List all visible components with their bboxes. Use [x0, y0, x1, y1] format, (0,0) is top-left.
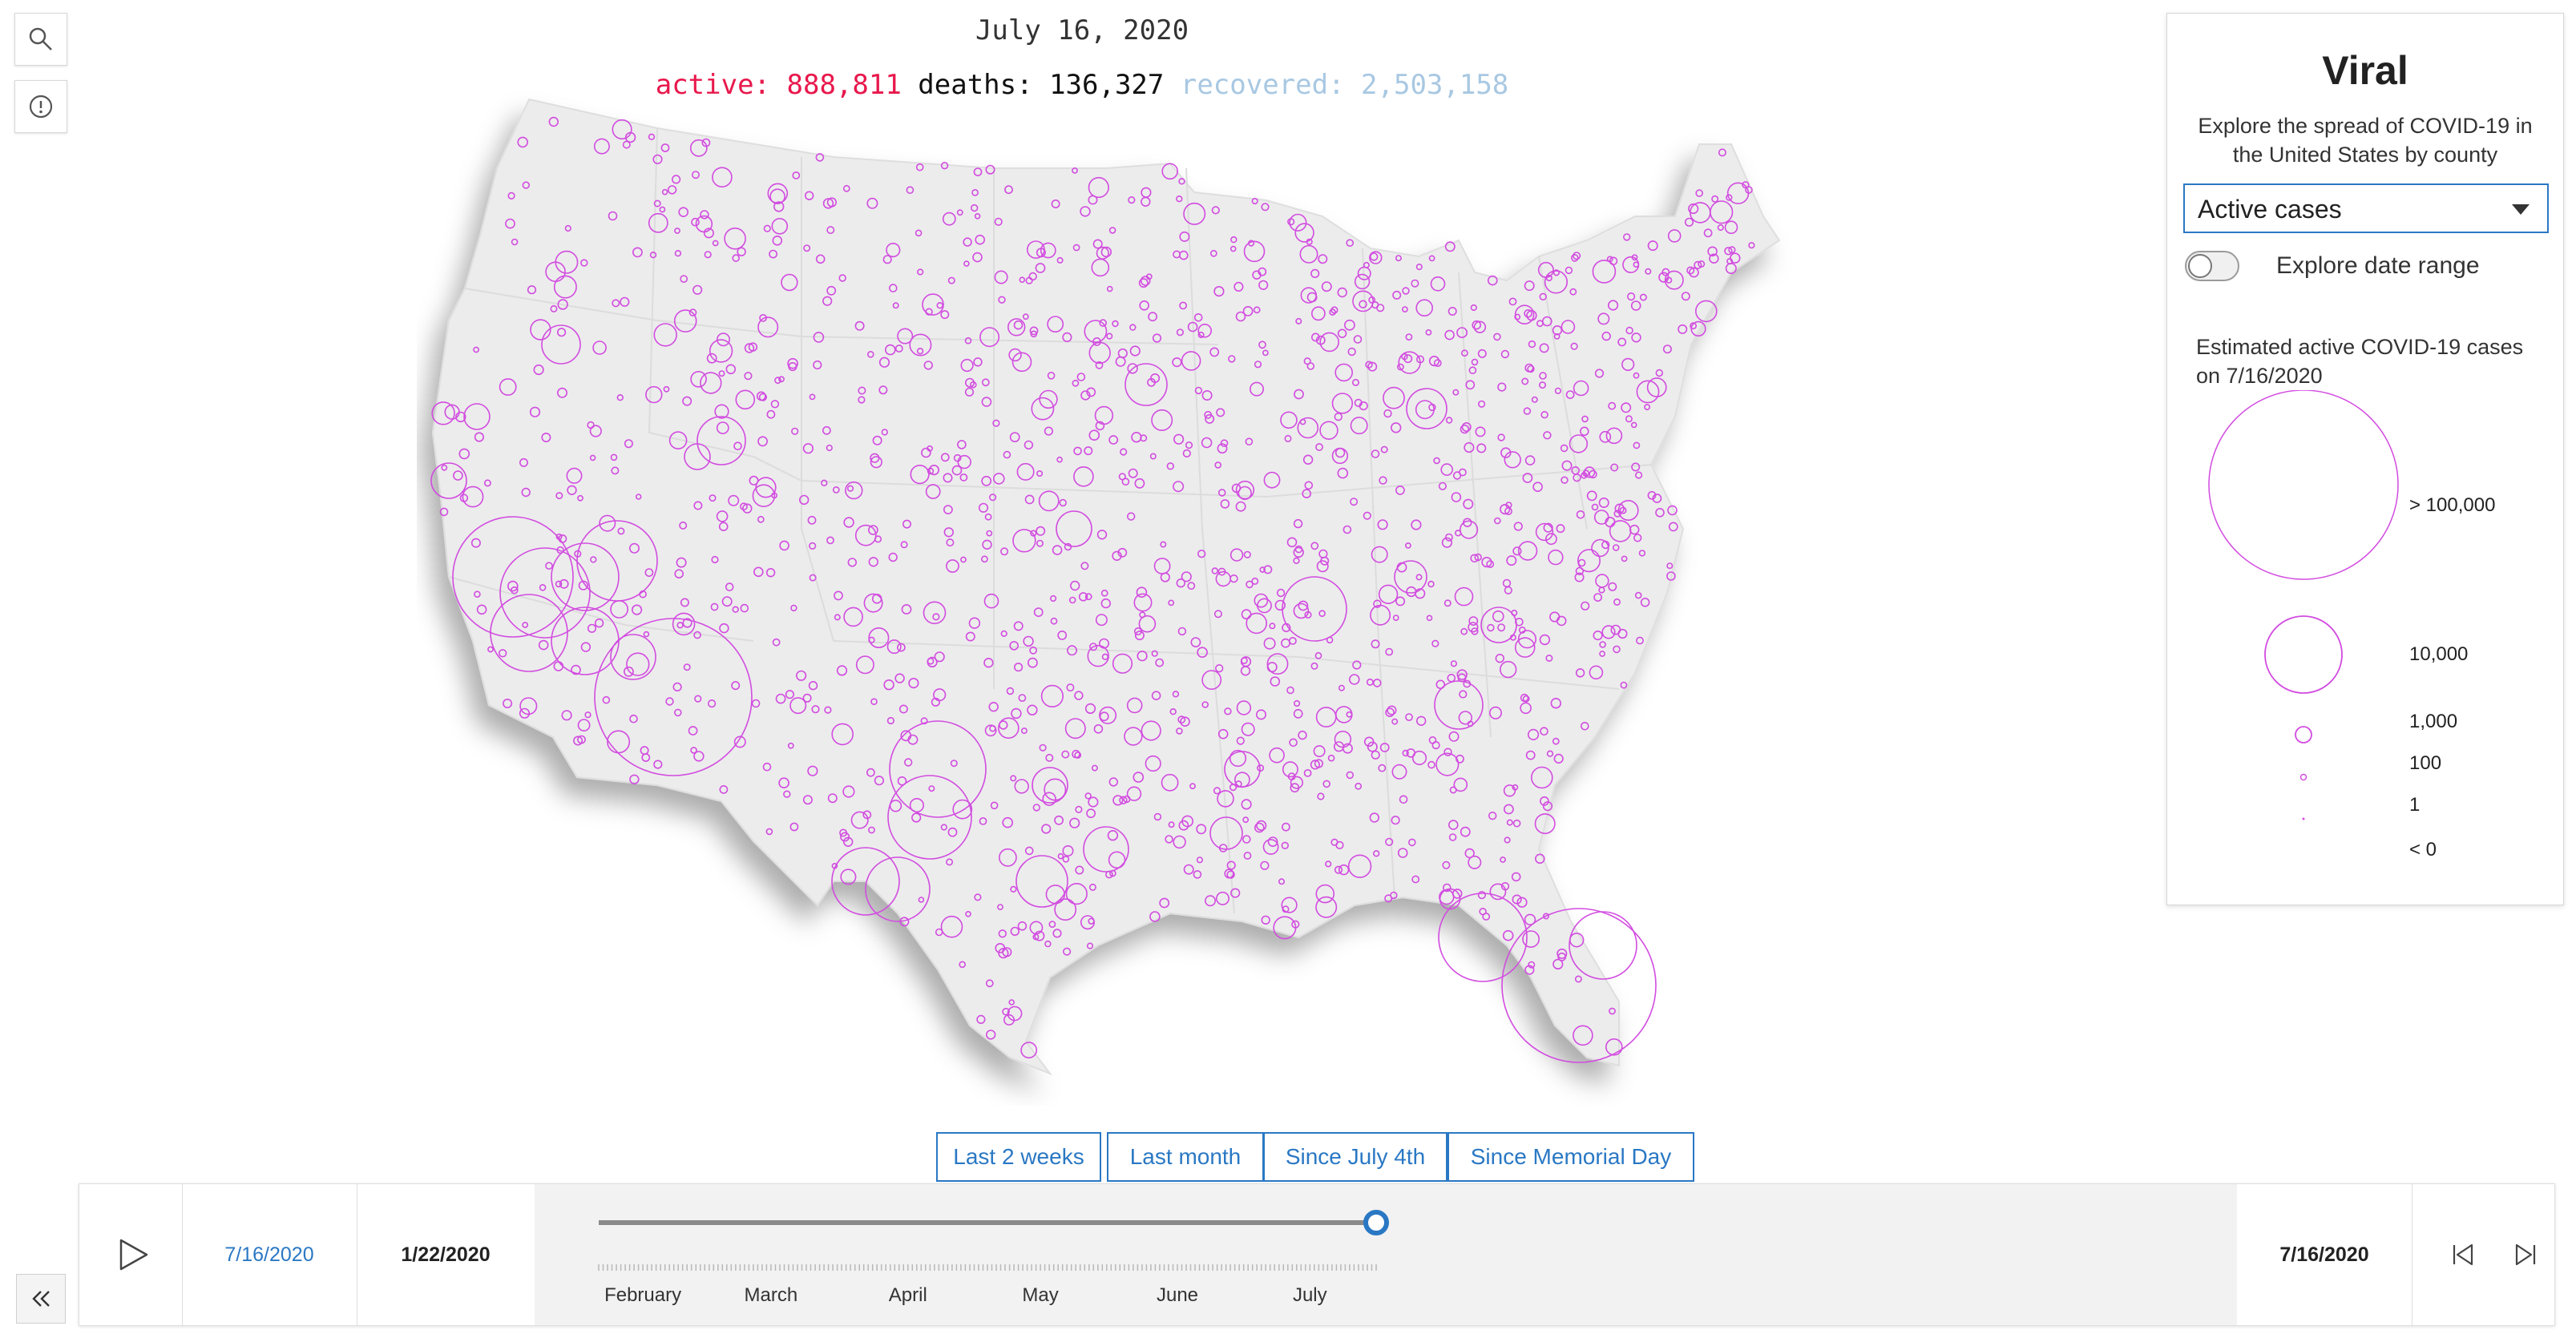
current-date: 7/16/2020: [182, 1184, 357, 1325]
time-slider: 7/16/2020 1/22/2020 February March April Ma…: [79, 1183, 2555, 1326]
slider-month-label: July: [1293, 1284, 1327, 1306]
metric-dropdown-value: Active cases: [2198, 195, 2342, 224]
app-title: Viral: [2322, 48, 2408, 93]
legend-label-100: 100: [2409, 752, 2442, 774]
slider-month-label: February: [604, 1284, 681, 1306]
legend-symbol-10000: [2264, 615, 2343, 694]
legend-symbol-1000: [2295, 726, 2312, 744]
metric-dropdown[interactable]: Active cases: [2183, 183, 2549, 233]
date-range-toggle[interactable]: [2185, 251, 2239, 281]
legend-symbol-1: [2302, 817, 2305, 820]
double-chevron-left-icon: [32, 1291, 50, 1307]
legend-title: Estimated active COVID-19 cases on 7/16/…: [2196, 335, 2524, 388]
preset-last-month-button[interactable]: Last month: [1107, 1132, 1264, 1182]
slider-track[interactable]: February March April May June July: [535, 1184, 2237, 1325]
next-step-button[interactable]: [2498, 1184, 2554, 1325]
legend-symbol-100: [2299, 773, 2307, 781]
slider-track-area[interactable]: February March April May June July: [535, 1184, 2237, 1325]
us-county-map[interactable]: [417, 80, 1892, 1106]
preset-last-2-weeks-button[interactable]: Last 2 weeks: [936, 1132, 1101, 1182]
preset-since-july-4th-button[interactable]: Since July 4th: [1263, 1132, 1447, 1182]
play-button[interactable]: [79, 1184, 183, 1325]
slider-month-labels: February March April May June July: [604, 1284, 1327, 1306]
app-description: Explore the spread of COVID-19 in the Un…: [2198, 114, 2533, 167]
date-range-toggle-label: Explore date range: [2276, 252, 2480, 279]
legend-label-100000: > 100,000: [2409, 494, 2496, 516]
previous-step-button[interactable]: [2434, 1184, 2490, 1325]
legend-label-negative: < 0: [2409, 839, 2437, 860]
toggle-knob: [2188, 254, 2212, 278]
legend-symbol-100000: [2208, 390, 2399, 580]
play-icon: [119, 1239, 148, 1271]
chevron-down-icon: [2512, 204, 2530, 215]
step-forward-icon: [2515, 1243, 2536, 1266]
slider-month-label: April: [889, 1284, 927, 1306]
size-legend: [2208, 390, 2399, 820]
slider-month-label: March: [745, 1284, 798, 1306]
us-landmass: [431, 98, 1781, 1076]
side-panel: Viral Explore the spread of COVID-19 in …: [2166, 13, 2564, 905]
min-date: 1/22/2020: [401, 1243, 491, 1266]
collapse-button[interactable]: [16, 1274, 66, 1324]
slider-ticks: [598, 1264, 1377, 1271]
legend-label-1000: 1,000: [2409, 711, 2458, 732]
legend-label-10000: 10,000: [2409, 643, 2469, 665]
step-back-icon: [2453, 1243, 2473, 1266]
slider-thumb[interactable]: [1363, 1210, 1389, 1235]
preset-since-memorial-day-button[interactable]: Since Memorial Day: [1447, 1132, 1694, 1182]
slider-month-label: May: [1022, 1284, 1058, 1306]
map-date: July 16, 2020: [975, 14, 1189, 46]
legend-label-1: 1: [2409, 794, 2421, 816]
max-date: 7/16/2020: [2237, 1184, 2412, 1325]
slider-month-label: June: [1157, 1284, 1198, 1306]
